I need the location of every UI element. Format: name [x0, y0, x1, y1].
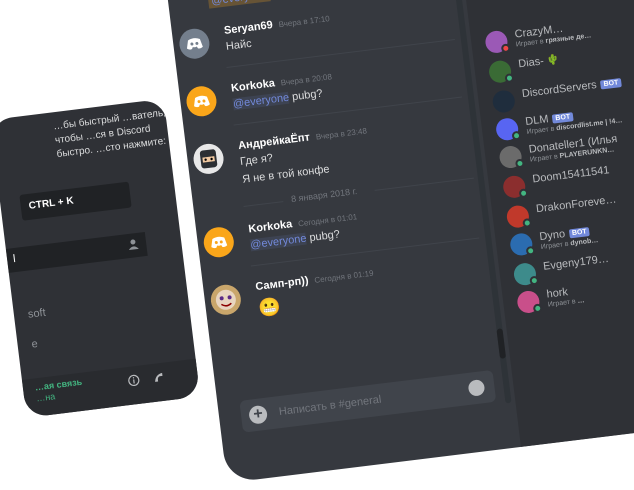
message-body: pubg? — [308, 228, 341, 245]
message-author[interactable]: Самп-рп)) Сегодня в 01:19 — [255, 267, 374, 293]
status-online-indicator — [522, 217, 533, 229]
author-name[interactable]: Самп-рп)) — [255, 275, 309, 293]
channel-item-label: l — [12, 252, 17, 266]
channel-item[interactable]: l — [5, 231, 148, 273]
left-panel: …бы быстрый …ватель, чтобы …ся в Discord… — [0, 98, 201, 418]
chat-scrollbar-thumb[interactable] — [496, 328, 507, 359]
member-name: Evgeny179… — [542, 252, 610, 273]
discord-logo-icon — [194, 95, 210, 108]
message-korkoka-1: Korkoka Вчера в 20:08 @everyone pubg? — [179, 54, 467, 119]
message-timestamp: Сегодня в 01:19 — [313, 268, 374, 285]
chat-window: general @everyone Seryan69Вчера в 17:10 … — [162, 0, 634, 484]
message-timestamp: Вчера в 17:10 — [278, 14, 331, 30]
bot-badge: BOT — [551, 112, 574, 124]
status-online-indicator — [525, 245, 536, 256]
message-samp: Самп-рп)) Сегодня в 01:19 😬 — [203, 252, 491, 319]
status-online-indicator — [518, 188, 529, 199]
bot-badge: BOT — [568, 226, 591, 239]
avatar[interactable] — [184, 84, 219, 119]
message-text: Где я? — [239, 152, 274, 168]
message-divider — [226, 38, 455, 68]
status-online-indicator — [529, 275, 540, 286]
quick-switcher-hotkey[interactable]: CTRL + K — [19, 181, 132, 221]
emoji-picker-icon[interactable] — [467, 379, 486, 397]
info-icon[interactable] — [127, 374, 140, 387]
status-online-indicator — [511, 130, 522, 141]
discord-logo-icon — [186, 38, 203, 50]
date-divider: 8 января 2018 г. — [290, 186, 358, 205]
ninja-avatar-icon — [199, 149, 218, 169]
channel-item-sft[interactable]: soft — [27, 307, 46, 321]
message-emoji: 😬 — [256, 296, 282, 319]
discord-logo-icon — [211, 236, 228, 249]
message-andreyka: АндрейкаЁпт Вчера в 23:48 Где я? Я не в т… — [186, 111, 474, 186]
everyone-mention[interactable]: @everyone — [232, 91, 290, 111]
author-name[interactable]: Korkoka — [230, 77, 275, 94]
author-name[interactable]: Seryan69 — [223, 19, 273, 37]
message-body: pubg? — [291, 87, 324, 104]
date-divider-line-right — [374, 177, 474, 191]
disconnect-phone-icon[interactable] — [152, 371, 165, 384]
author-name[interactable]: АндрейкаЁпт — [237, 131, 310, 152]
message-korkoka-2: Korkoka Сегодня в 01:01 @everyone pubg? — [196, 195, 484, 259]
quick-switcher-hint: …бы быстрый …ватель, чтобы …ся в Discord… — [52, 107, 167, 161]
message-timestamp: Вчера в 23:48 — [315, 126, 368, 142]
status-online-indicator — [504, 73, 515, 84]
channel-item-fe[interactable]: e — [31, 338, 39, 351]
avatar[interactable] — [209, 283, 243, 317]
add-member-icon[interactable] — [128, 238, 141, 251]
member-name: Dias- 🌵 — [517, 54, 560, 71]
message-author[interactable]: Korkoka Сегодня в 01:01 — [248, 210, 358, 235]
message-text: Я не в той конфе — [241, 163, 331, 186]
date-divider-line-left — [243, 201, 284, 207]
everyone-mention[interactable]: @everyone — [249, 232, 308, 252]
author-name[interactable]: Korkoka — [248, 218, 293, 235]
member-name: Doom15411541 — [531, 164, 611, 186]
message-author[interactable]: Seryan69 Вчера в 17:10 — [223, 12, 330, 37]
avatar[interactable] — [191, 142, 226, 176]
status-dnd-indicator — [500, 43, 511, 54]
message-timestamp: Вчера в 20:08 — [280, 72, 333, 88]
upload-plus-icon[interactable]: + — [248, 404, 269, 425]
avatar[interactable] — [202, 225, 236, 259]
clown-avatar-icon — [215, 289, 236, 310]
message-author[interactable]: АндрейкаЁпт Вчера в 23:48 — [237, 124, 367, 152]
previous-message-mention[interactable]: @everyone — [207, 0, 272, 9]
cactus-icon: 🌵 — [546, 54, 560, 67]
message-input-placeholder: Написать в #general — [278, 393, 382, 419]
status-online-indicator — [532, 303, 543, 314]
bot-badge: BOT — [600, 78, 622, 90]
member-avatar — [491, 89, 517, 114]
message-text: Найс — [225, 37, 253, 53]
message-timestamp: Сегодня в 01:01 — [297, 212, 358, 229]
status-online-indicator — [514, 158, 525, 169]
avatar[interactable] — [177, 27, 212, 61]
message-input[interactable]: + Написать в #general — [239, 369, 497, 433]
